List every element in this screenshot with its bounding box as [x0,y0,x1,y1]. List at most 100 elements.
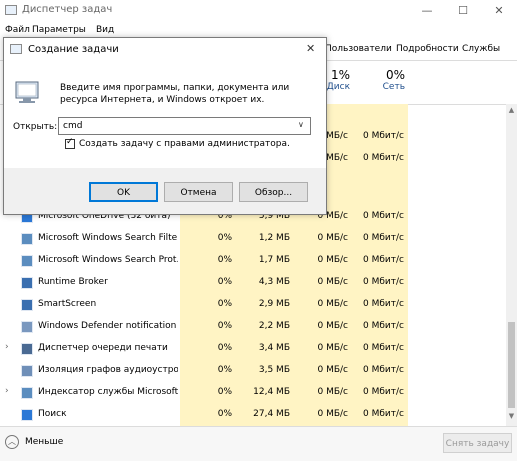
table-row[interactable]: › Индексатор службы Microsoft... 0% 12,4 МБ… [0,382,506,404]
menu-view[interactable]: Вид [96,25,114,35]
close-button[interactable]: ✕ [481,0,517,22]
maximize-button[interactable]: ☐ [445,0,481,22]
dialog-button-bar: OK Отмена Обзор... [4,168,326,214]
process-icon [21,343,33,355]
open-input[interactable]: cmd [63,121,82,131]
cpu-cell: 0% [217,255,232,265]
menu-options[interactable]: Параметры [32,25,86,35]
memory-cell: 1,2 МБ [258,233,290,243]
dropdown-chevron-icon[interactable]: ∨ [298,120,304,129]
table-row[interactable]: SmartScreen 0% 2,9 МБ 0 МБ/с 0 Мбит/с [0,294,506,316]
disk-cell: 0 МБ/с [317,409,348,419]
table-row[interactable]: Microsoft Windows Search Filte... 0% 1,2 М… [0,228,506,250]
network-cell: 0 Мбит/с [363,211,404,221]
browse-button[interactable]: Обзор... [239,182,308,202]
process-name: Microsoft Windows Search Prot... [38,255,178,265]
memory-cell: 2,9 МБ [258,299,290,309]
table-row[interactable]: Изоляция графов аудиоустро... 0% 3,5 МБ 0 М… [0,360,506,382]
cpu-cell: 0% [217,299,232,309]
table-row[interactable]: Поиск 0% 27,4 МБ 0 МБ/с 0 Мбит/с [0,404,506,426]
process-icon [21,409,33,421]
cpu-cell: 0% [217,409,232,419]
table-row[interactable]: › Диспетчер очереди печати 0% 3,4 МБ 0 МБ/с 0… [0,338,506,360]
expand-chevron-icon[interactable]: › [5,386,9,396]
network-label: Сеть [382,82,405,92]
check-icon: ✓ [66,137,74,147]
process-name: SmartScreen [38,299,97,309]
title-bar: Диспетчер задач — ☐ ✕ [0,0,517,22]
scroll-thumb[interactable] [508,322,515,408]
network-percent: 0% [385,68,405,82]
chevron-up-icon: ︿ [5,435,19,449]
column-network[interactable]: 0% Сеть [355,68,405,92]
open-label: Открыть: [13,122,58,132]
network-cell: 0 Мбит/с [363,387,404,397]
admin-checkbox-label[interactable]: Создать задачу с правами администратора. [79,139,290,149]
run-program-icon [14,80,42,104]
process-name: Поиск [38,409,67,419]
menu-file[interactable]: Файл [5,25,30,35]
memory-cell: 4,3 МБ [258,277,290,287]
dialog-app-icon [10,44,22,54]
disk-cell: 0 МБ/с [317,233,348,243]
cpu-cell: 0% [217,343,232,353]
process-icon [21,387,33,399]
disk-cell: 0 МБ/с [317,387,348,397]
process-icon [21,321,33,333]
tab-users[interactable]: Пользователи [325,44,392,54]
network-cell: 0 Мбит/с [363,299,404,309]
footer: ︿ Меньше Снять задачу [0,426,517,461]
expand-chevron-icon[interactable]: › [5,342,9,352]
window-title: Диспетчер задач [22,4,113,15]
memory-cell: 12,4 МБ [253,387,290,397]
process-icon [21,277,33,289]
network-cell: 0 Мбит/с [363,131,404,141]
process-name: Изоляция графов аудиоустро... [38,365,178,375]
dialog-description: Введите имя программы, папки, документа … [60,83,290,105]
open-combobox[interactable]: cmd ∨ [58,117,311,135]
table-row[interactable]: Runtime Broker 0% 4,3 МБ 0 МБ/с 0 Мбит/с [0,272,506,294]
network-cell: 0 Мбит/с [363,255,404,265]
cpu-cell: 0% [217,365,232,375]
cancel-button[interactable]: Отмена [164,182,233,202]
disk-cell: 0 МБ/с [317,299,348,309]
less-label: Меньше [25,437,64,447]
dialog-title: Создание задачи [28,44,119,55]
cpu-cell: 0% [217,387,232,397]
cpu-cell: 0% [217,277,232,287]
network-cell: 0 Мбит/с [363,277,404,287]
ok-button[interactable]: OK [89,182,158,202]
network-cell: 0 Мбит/с [363,343,404,353]
cpu-cell: 0% [217,233,232,243]
table-row[interactable]: Microsoft Windows Search Prot... 0% 1,7 МБ… [0,250,506,272]
admin-checkbox[interactable]: ✓ [65,137,75,149]
process-name: Индексатор службы Microsoft... [38,387,178,397]
disk-cell: 0 МБ/с [317,255,348,265]
network-cell: 0 Мбит/с [363,409,404,419]
create-task-dialog: Создание задачи ✕ Введите имя программы,… [3,37,327,215]
tab-details[interactable]: Подробности [396,44,459,54]
scroll-down-arrow-icon[interactable]: ▼ [506,412,517,420]
end-task-button[interactable]: Снять задачу [443,433,512,453]
minimize-button[interactable]: — [409,0,445,22]
scroll-up-arrow-icon[interactable]: ▲ [506,106,517,114]
disk-cell: 0 МБ/с [317,321,348,331]
dialog-close-icon[interactable]: ✕ [306,42,315,55]
process-name: Runtime Broker [38,277,108,287]
process-name: Microsoft Windows Search Filte... [38,233,178,243]
memory-cell: 3,5 МБ [258,365,290,375]
disk-cell: 0 МБ/с [317,365,348,375]
tab-services[interactable]: Службы [462,44,500,54]
network-cell: 0 Мбит/с [363,365,404,375]
table-row[interactable]: Windows Defender notification ... 0% 2,2 М… [0,316,506,338]
disk-cell: 0 МБ/с [317,343,348,353]
app-icon [5,5,17,15]
process-icon [21,365,33,377]
network-cell: 0 Мбит/с [363,153,404,163]
scrollbar[interactable]: ▲ ▼ [506,104,517,426]
process-icon [21,255,33,267]
disk-cell: 0 МБ/с [317,277,348,287]
memory-cell: 2,2 МБ [258,321,290,331]
process-name: Windows Defender notification ... [38,321,178,331]
memory-cell: 27,4 МБ [253,409,290,419]
